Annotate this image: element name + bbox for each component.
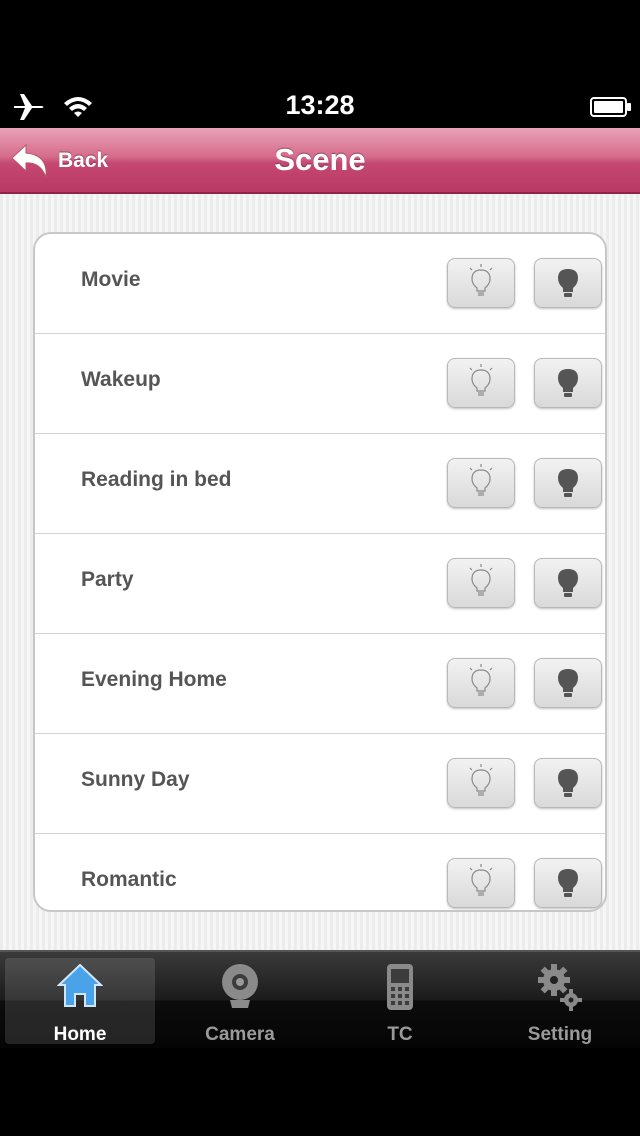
scene-name: Reading in bed bbox=[81, 468, 232, 491]
scene-row: Sunny Day bbox=[35, 734, 605, 834]
tab-home[interactable]: Home bbox=[5, 958, 155, 1045]
tab-label: Home bbox=[53, 1024, 107, 1045]
page-title: Scene bbox=[274, 142, 366, 177]
light-off-button[interactable] bbox=[534, 458, 602, 508]
bulb-on-icon bbox=[466, 663, 496, 703]
tab-label: Setting bbox=[527, 1024, 593, 1045]
light-off-button[interactable] bbox=[534, 558, 602, 608]
bulb-on-icon bbox=[466, 263, 496, 303]
scene-row: Wakeup bbox=[35, 334, 605, 434]
scene-name: Movie bbox=[81, 268, 141, 291]
bulb-off-icon bbox=[553, 764, 583, 803]
home-icon bbox=[57, 963, 103, 1007]
bulb-on-icon bbox=[466, 863, 496, 903]
nav-bar: Back Scene bbox=[0, 128, 640, 194]
tab-bar: Home Camera TC Setting bbox=[0, 950, 640, 1048]
bulb-on-icon bbox=[466, 463, 496, 503]
scene-row: Evening Home bbox=[35, 634, 605, 734]
scene-row: Party bbox=[35, 534, 605, 634]
bottom-padding bbox=[0, 1048, 640, 1136]
light-on-button[interactable] bbox=[447, 758, 515, 808]
bulb-off-icon bbox=[553, 564, 583, 603]
bulb-off-icon bbox=[553, 364, 583, 403]
status-bar: 13:28 bbox=[0, 0, 640, 128]
status-time: 13:28 bbox=[285, 90, 355, 120]
scene-row: Reading in bed bbox=[35, 434, 605, 534]
camera-icon bbox=[222, 964, 258, 1008]
bulb-off-icon bbox=[553, 264, 583, 303]
scene-name: Wakeup bbox=[81, 368, 161, 391]
light-on-button[interactable] bbox=[447, 858, 515, 908]
scene-name: Romantic bbox=[81, 868, 177, 891]
tab-setting[interactable]: Setting bbox=[485, 958, 635, 1045]
light-off-button[interactable] bbox=[534, 258, 602, 308]
light-off-button[interactable] bbox=[534, 858, 602, 908]
bulb-off-icon bbox=[553, 864, 583, 903]
battery-icon bbox=[590, 96, 632, 123]
tab-tc[interactable]: TC bbox=[325, 958, 475, 1045]
light-off-button[interactable] bbox=[534, 658, 602, 708]
light-on-button[interactable] bbox=[447, 458, 515, 508]
scene-name: Party bbox=[81, 568, 134, 591]
content-area: Movie Wakeup Reading in bed Party Evening Ho… bbox=[0, 194, 640, 950]
light-on-button[interactable] bbox=[447, 658, 515, 708]
bulb-off-icon bbox=[553, 464, 583, 503]
bulb-on-icon bbox=[466, 563, 496, 603]
scene-name: Evening Home bbox=[81, 668, 227, 691]
phone-icon bbox=[387, 964, 413, 1010]
light-off-button[interactable] bbox=[534, 358, 602, 408]
scene-row: Romantic bbox=[35, 834, 605, 910]
light-on-button[interactable] bbox=[447, 258, 515, 308]
gear-icon bbox=[538, 964, 582, 1011]
tab-camera[interactable]: Camera bbox=[165, 958, 315, 1045]
light-off-button[interactable] bbox=[534, 758, 602, 808]
bulb-on-icon bbox=[466, 763, 496, 803]
tab-label: TC bbox=[387, 1024, 413, 1045]
light-on-button[interactable] bbox=[447, 358, 515, 408]
tab-label: Camera bbox=[205, 1024, 275, 1045]
light-on-button[interactable] bbox=[447, 558, 515, 608]
bulb-off-icon bbox=[553, 664, 583, 703]
scene-list: Movie Wakeup Reading in bed Party Evening Ho… bbox=[33, 232, 607, 912]
bulb-on-icon bbox=[466, 363, 496, 403]
scene-name: Sunny Day bbox=[81, 768, 190, 791]
scene-row: Movie bbox=[35, 234, 605, 334]
